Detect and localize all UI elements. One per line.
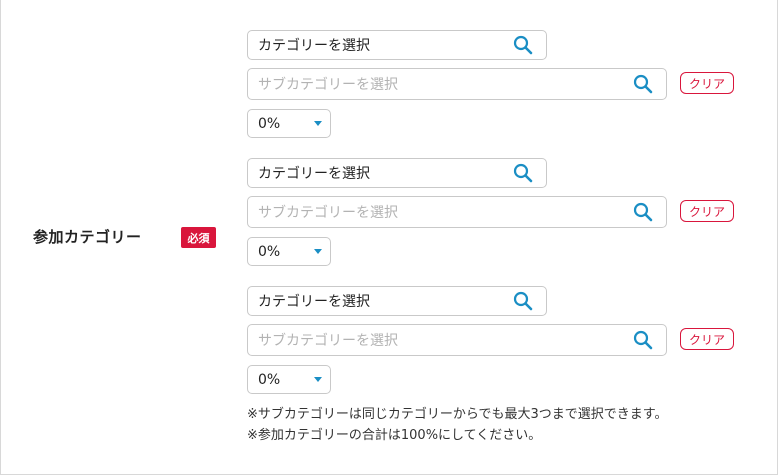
subcategory-placeholder: サブカテゴリーを選択 [258,77,398,93]
category-input-value: カテゴリーを選択 [258,166,370,182]
category-group-1: カテゴリーを選択 サブカテゴリーを選択 クリア 0% [247,30,747,142]
search-icon[interactable] [512,34,534,56]
chevron-down-icon [314,377,322,382]
field-label: 参加カテゴリー [33,228,142,246]
percent-value: 0% [258,243,281,260]
subcategory-select-input[interactable]: サブカテゴリーを選択 [247,324,667,356]
percent-value: 0% [258,115,281,132]
search-icon[interactable] [512,162,534,184]
search-icon[interactable] [632,329,654,351]
category-input-value: カテゴリーを選択 [258,38,370,54]
subcategory-placeholder: サブカテゴリーを選択 [258,333,398,349]
subcategory-placeholder: サブカテゴリーを選択 [258,205,398,221]
category-group-2: カテゴリーを選択 サブカテゴリーを選択 クリア 0% [247,158,747,270]
category-form-section: 参加カテゴリー 必須 カテゴリーを選択 サブカテゴリーを選択 クリア 0% カテ… [0,0,778,475]
percent-value: 0% [258,371,281,388]
category-select-input[interactable]: カテゴリーを選択 [247,158,547,188]
clear-button[interactable]: クリア [680,200,734,222]
help-notes: ※サブカテゴリーは同じカテゴリーからでも最大3つまで選択できます。 ※参加カテゴ… [247,404,667,446]
required-badge: 必須 [181,227,216,248]
percent-select[interactable]: 0% [247,365,331,394]
category-select-input[interactable]: カテゴリーを選択 [247,30,547,60]
note-percent-total: ※参加カテゴリーの合計は100%にしてください。 [247,428,542,443]
clear-button[interactable]: クリア [680,72,734,94]
search-icon[interactable] [632,201,654,223]
percent-select[interactable]: 0% [247,237,331,266]
chevron-down-icon [314,249,322,254]
category-select-input[interactable]: カテゴリーを選択 [247,286,547,316]
note-subcategory-limit: ※サブカテゴリーは同じカテゴリーからでも最大3つまで選択できます。 [247,407,668,422]
search-icon[interactable] [632,73,654,95]
subcategory-select-input[interactable]: サブカテゴリーを選択 [247,196,667,228]
chevron-down-icon [314,121,322,126]
category-input-value: カテゴリーを選択 [258,294,370,310]
category-group-3: カテゴリーを選択 サブカテゴリーを選択 クリア 0% [247,286,747,398]
clear-button[interactable]: クリア [680,328,734,350]
subcategory-select-input[interactable]: サブカテゴリーを選択 [247,68,667,100]
search-icon[interactable] [512,290,534,312]
percent-select[interactable]: 0% [247,109,331,138]
